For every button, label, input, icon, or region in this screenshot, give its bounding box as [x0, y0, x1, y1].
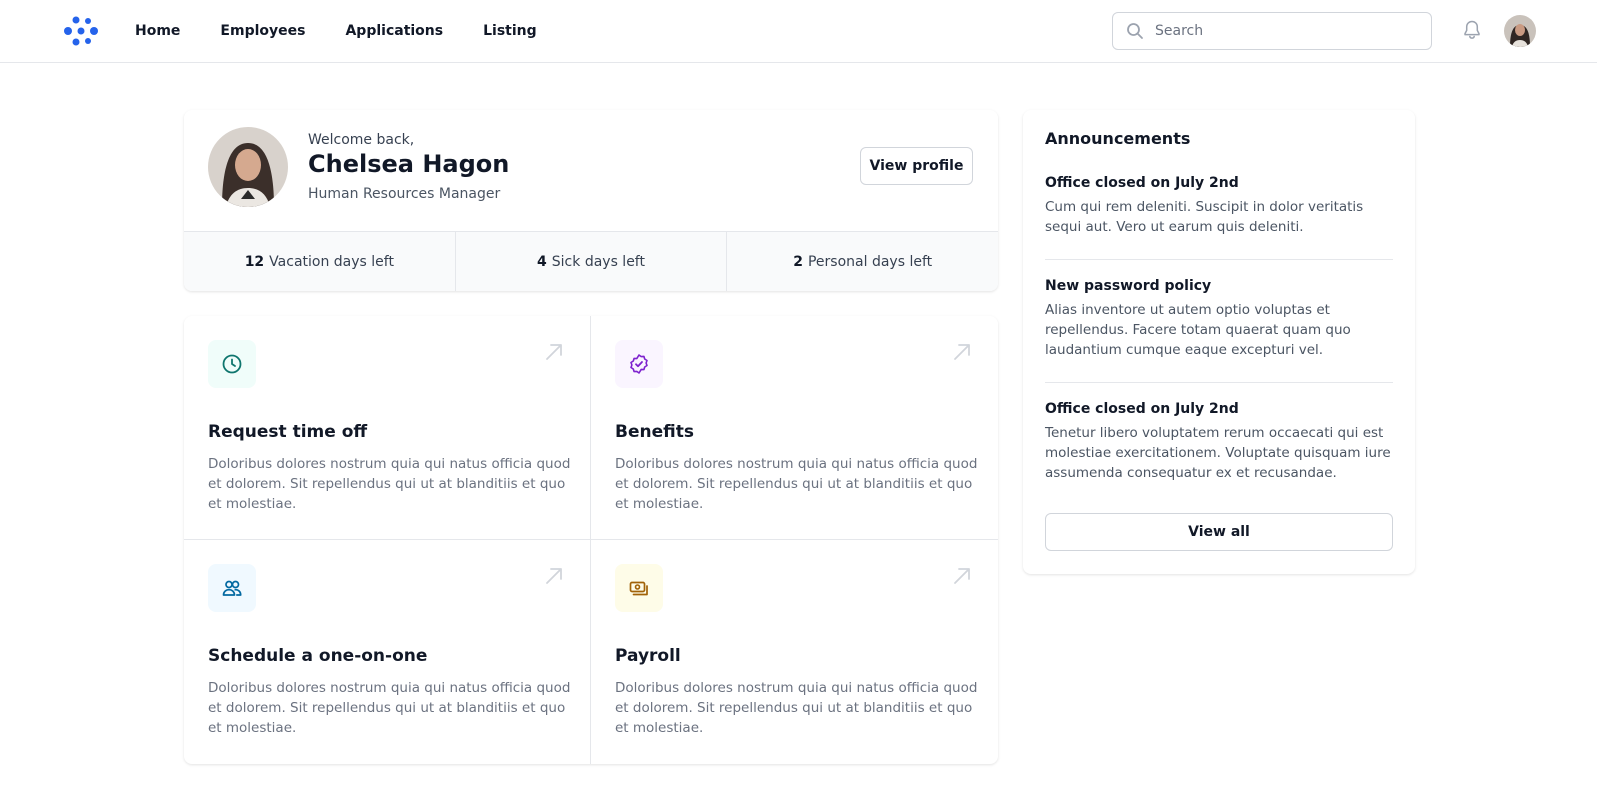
arrow-up-right-icon: [954, 344, 970, 360]
action-benefits[interactable]: Benefits Doloribus dolores nostrum quia …: [591, 316, 998, 540]
action-title: Schedule a one-on-one: [208, 646, 428, 666]
view-profile-button[interactable]: View profile: [860, 147, 973, 185]
action-request-time-off[interactable]: Request time off Doloribus dolores nostr…: [184, 316, 591, 540]
stat-label: Personal days left: [807, 253, 933, 270]
announcement-body: Cum qui rem deleniti. Suscipit in dolor …: [1045, 199, 1364, 235]
search-icon: [1127, 23, 1143, 39]
action-title: Payroll: [615, 646, 681, 666]
action-schedule-one-on-one[interactable]: Schedule a one-on-one Doloribus dolores …: [184, 540, 591, 764]
avatar[interactable]: [1504, 15, 1536, 47]
action-payroll[interactable]: Payroll Doloribus dolores nostrum quia q…: [591, 540, 998, 764]
stat-value: 12: [244, 253, 265, 270]
profile-role: Human Resources Manager: [308, 186, 501, 202]
announcement-title: Office closed on July 2nd: [1045, 175, 1239, 191]
action-title: Request time off: [208, 422, 368, 442]
nav-employees[interactable]: Employees: [220, 23, 305, 39]
announcement-body: Tenetur libero voluptatem rerum occaecat…: [1045, 425, 1391, 481]
stat-sick: 4 Sick days left: [456, 232, 728, 291]
action-description: Doloribus dolores nostrum quia qui natus…: [208, 456, 571, 512]
nav-home[interactable]: Home: [135, 23, 180, 39]
divider: [1045, 259, 1393, 260]
announcements-panel: Announcements Office closed on July 2nd …: [1023, 110, 1415, 574]
arrow-up-right-icon: [546, 344, 562, 360]
search-input[interactable]: [1155, 23, 1415, 39]
announcement-item[interactable]: Office closed on July 2nd Cum qui rem de…: [1045, 175, 1393, 237]
nav-applications[interactable]: Applications: [345, 23, 443, 39]
stat-value: 4: [537, 253, 547, 270]
check-badge-icon: [615, 340, 663, 388]
announcement-title: New password policy: [1045, 278, 1212, 294]
dots-logo-icon[interactable]: [64, 14, 98, 48]
banknotes-icon: [615, 564, 663, 612]
nav-listing[interactable]: Listing: [483, 23, 537, 39]
view-all-button[interactable]: View all: [1045, 513, 1393, 551]
profile-name: Chelsea Hagon: [308, 150, 510, 178]
actions-grid: Request time off Doloribus dolores nostr…: [184, 316, 998, 764]
arrow-up-right-icon: [546, 568, 562, 584]
leave-stats: 12 Vacation days left 4 Sick days left 2…: [184, 231, 998, 291]
main-nav: Home Employees Applications Listing: [135, 0, 537, 62]
announcements-title: Announcements: [1045, 129, 1191, 148]
search-box: [1112, 12, 1432, 50]
action-description: Doloribus dolores nostrum quia qui natus…: [208, 680, 571, 736]
profile-avatar: [208, 127, 288, 207]
bell-icon[interactable]: [1460, 18, 1484, 42]
users-icon: [208, 564, 256, 612]
announcement-item[interactable]: New password policy Alias inventore ut a…: [1045, 278, 1393, 360]
welcome-text: Welcome back,: [308, 132, 415, 148]
stat-vacation: 12 Vacation days left: [184, 232, 456, 291]
stat-value: 2: [793, 253, 803, 270]
top-navbar: Home Employees Applications Listing: [0, 0, 1597, 63]
stat-personal: 2 Personal days left: [727, 232, 998, 291]
action-title: Benefits: [615, 422, 694, 442]
stat-label: Sick days left: [551, 253, 645, 270]
clock-icon: [208, 340, 256, 388]
announcement-title: Office closed on July 2nd: [1045, 401, 1239, 417]
stat-label: Vacation days left: [269, 253, 394, 270]
arrow-up-right-icon: [954, 568, 970, 584]
action-description: Doloribus dolores nostrum quia qui natus…: [615, 680, 978, 736]
announcement-item[interactable]: Office closed on July 2nd Tenetur libero…: [1045, 401, 1393, 483]
profile-card: Welcome back, Chelsea Hagon Human Resour…: [184, 110, 998, 291]
action-description: Doloribus dolores nostrum quia qui natus…: [615, 456, 978, 512]
announcement-body: Alias inventore ut autem optio voluptas …: [1045, 302, 1351, 358]
profile-header: Welcome back, Chelsea Hagon Human Resour…: [184, 110, 998, 231]
divider: [1045, 382, 1393, 383]
